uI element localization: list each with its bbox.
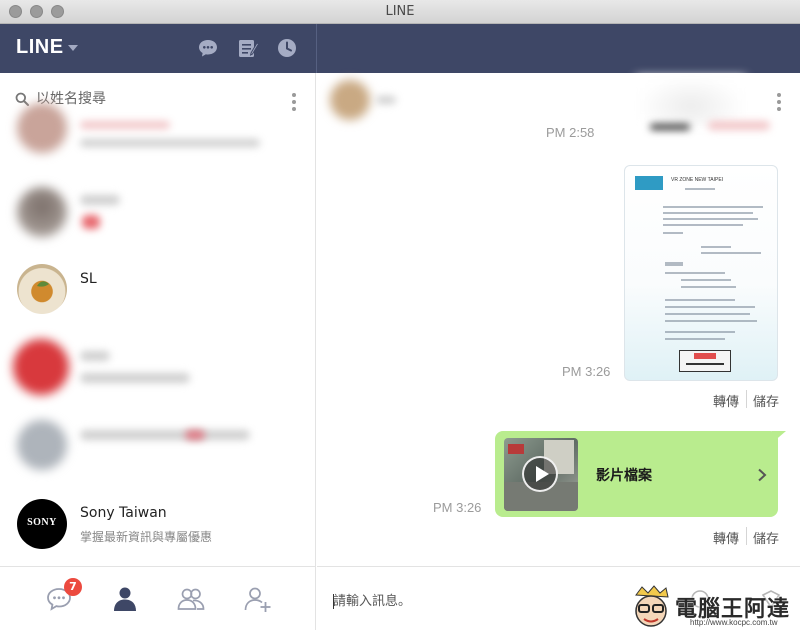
list-item[interactable] — [0, 175, 316, 253]
watermark-mascot-icon — [635, 585, 669, 627]
watermark-url: http://www.kocpc.com.tw — [690, 618, 778, 627]
groups-tab-icon[interactable] — [176, 584, 206, 614]
avatar — [17, 103, 67, 153]
contact-status: 掌握最新資訊與專屬優惠 — [80, 530, 213, 544]
message-input[interactable] — [333, 590, 613, 612]
line-logo: LINE — [16, 36, 64, 58]
avatar — [17, 187, 67, 237]
friends-tab-icon[interactable] — [110, 584, 140, 614]
play-icon[interactable] — [522, 456, 558, 492]
contact-name: Sony Taiwan — [80, 505, 167, 521]
unread-badge: 7 — [64, 578, 82, 596]
title-bar: LINE — [0, 0, 800, 24]
bottom-nav — [0, 566, 316, 630]
document-image-message[interactable]: VR ZONE NEW TAIPEI — [624, 165, 778, 381]
search-input[interactable] — [36, 88, 276, 110]
avatar — [17, 420, 67, 470]
app-header: LINE — [0, 24, 800, 73]
window-title: LINE — [385, 4, 415, 19]
contact-list-menu-button[interactable] — [292, 93, 296, 113]
document-header: VR ZONE NEW TAIPEI — [671, 177, 724, 183]
message-time: PM 3:26 — [433, 500, 482, 515]
list-item[interactable] — [0, 329, 316, 407]
chat-partner-avatar — [330, 80, 370, 120]
vrzone-logo — [635, 176, 663, 190]
avatar: SONY — [17, 499, 67, 549]
forward-button[interactable]: 轉傳 — [713, 391, 739, 410]
chat-bubble-icon[interactable] — [197, 37, 219, 59]
timeline-note-icon[interactable] — [237, 37, 259, 59]
list-item[interactable] — [0, 408, 316, 486]
save-button[interactable]: 儲存 — [753, 528, 779, 547]
message-time: PM 3:26 — [562, 364, 611, 379]
account-dropdown-icon[interactable] — [68, 45, 78, 51]
clock-icon[interactable] — [276, 37, 298, 59]
bubble-tail — [772, 431, 786, 443]
message-time: PM 2:58 — [546, 125, 595, 140]
list-item[interactable]: SL — [0, 251, 316, 329]
forward-button[interactable]: 轉傳 — [713, 528, 739, 547]
chat-menu-button[interactable] — [777, 93, 781, 113]
save-button[interactable]: 儲存 — [753, 391, 779, 410]
add-friend-tab-icon[interactable] — [243, 584, 273, 614]
avatar — [17, 264, 67, 314]
header-divider — [316, 24, 317, 73]
video-file-label: 影片檔案 — [596, 468, 652, 484]
map-diagram — [679, 350, 731, 372]
sony-logo: SONY — [27, 517, 57, 528]
sticker-image — [636, 76, 746, 126]
search-icon — [15, 92, 29, 106]
avatar — [13, 339, 69, 395]
list-item[interactable]: SONY Sony Taiwan 掌握最新資訊與專屬優惠 — [0, 486, 316, 564]
chevron-right-icon[interactable] — [757, 468, 767, 482]
contact-name: SL — [80, 271, 97, 287]
